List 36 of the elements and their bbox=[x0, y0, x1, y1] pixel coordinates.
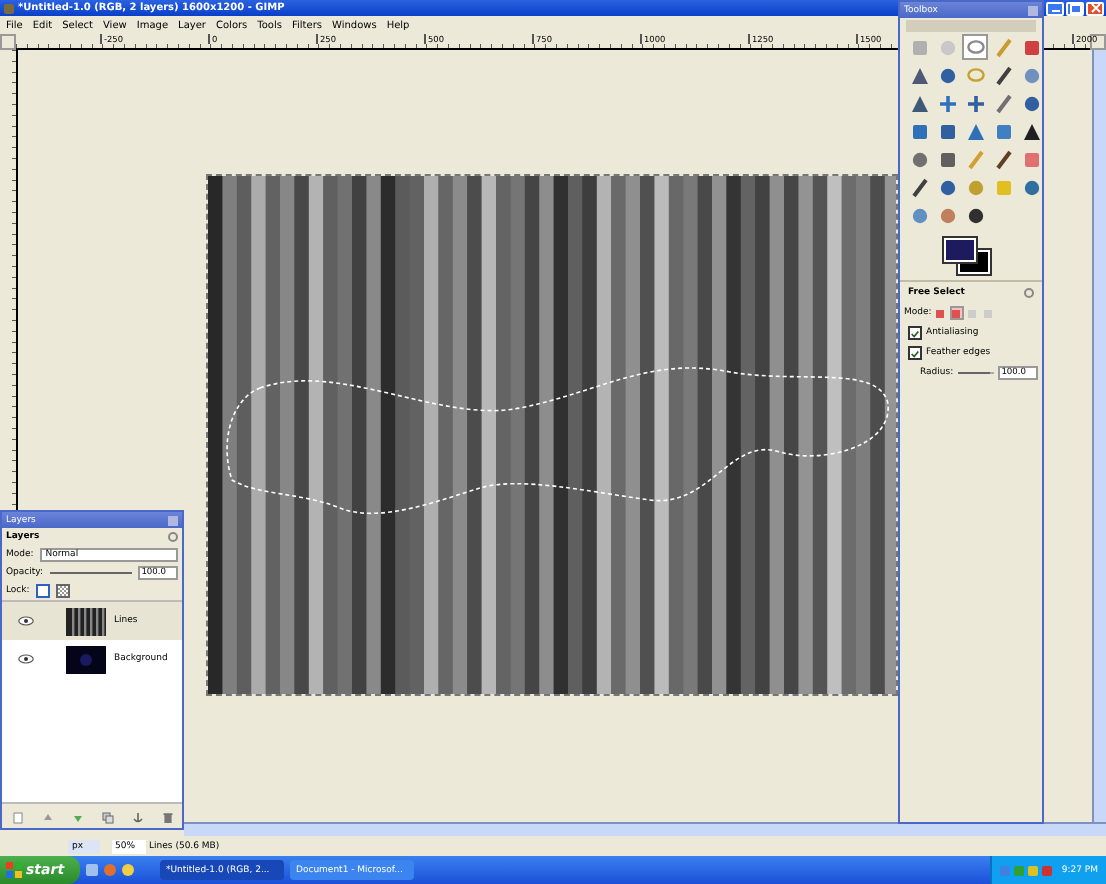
maximize-button[interactable] bbox=[1066, 1, 1084, 15]
layer-thumbnail bbox=[66, 645, 106, 673]
tool-icon bbox=[965, 93, 985, 113]
page-icon bbox=[11, 811, 23, 823]
color-swatches[interactable] bbox=[944, 237, 988, 271]
layer-thumbnail bbox=[66, 607, 106, 635]
up-arrow-icon bbox=[41, 811, 53, 823]
add-tab-button[interactable] bbox=[1024, 288, 1034, 298]
add-tab-button[interactable] bbox=[168, 532, 178, 542]
horizontal-scrollbar[interactable] bbox=[184, 822, 1106, 836]
anchor-layer-button[interactable] bbox=[129, 809, 145, 825]
down-arrow-icon bbox=[71, 811, 83, 823]
windows-logo-icon bbox=[6, 862, 22, 878]
mode-button[interactable] bbox=[933, 306, 948, 320]
close-icon bbox=[1089, 2, 1101, 14]
app-icon bbox=[4, 3, 14, 13]
eye-icon[interactable] bbox=[18, 654, 34, 664]
delete-layer-button[interactable] bbox=[159, 809, 175, 825]
duplicate-layer-button[interactable] bbox=[99, 809, 115, 825]
close-button[interactable] bbox=[1086, 1, 1104, 15]
checkbox[interactable] bbox=[908, 326, 922, 340]
anchor-icon bbox=[131, 811, 143, 823]
duplicate-icon bbox=[101, 811, 113, 823]
eye-icon[interactable] bbox=[18, 616, 34, 626]
media-icon[interactable] bbox=[122, 864, 134, 876]
ruler-corner-button[interactable] bbox=[0, 34, 16, 50]
raise-layer-button[interactable] bbox=[39, 809, 55, 825]
lock-pixels-toggle[interactable] bbox=[35, 583, 50, 597]
minimize-button[interactable] bbox=[1046, 1, 1064, 15]
checkbox[interactable] bbox=[908, 346, 922, 360]
mode-button[interactable] bbox=[949, 306, 964, 320]
tool-icon bbox=[937, 93, 957, 113]
vertical-scrollbar[interactable] bbox=[1092, 50, 1106, 822]
lock-alpha-toggle[interactable] bbox=[55, 583, 70, 597]
trash-icon bbox=[161, 811, 173, 823]
drop-area bbox=[906, 20, 1036, 32]
